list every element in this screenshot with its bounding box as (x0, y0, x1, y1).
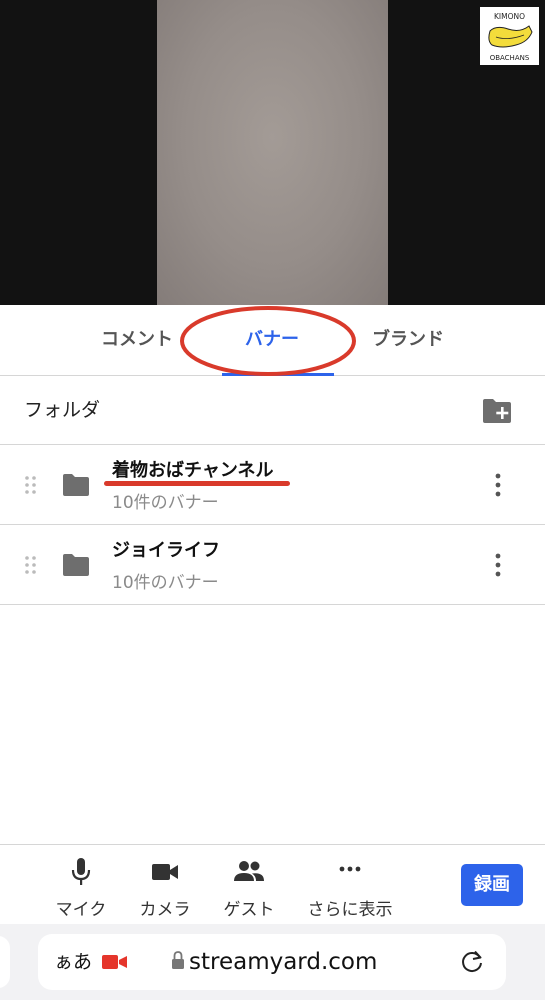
more-vertical-icon[interactable] (488, 471, 508, 499)
mic-button[interactable]: マイク (46, 857, 116, 920)
record-button[interactable]: 録画 (461, 864, 523, 906)
guest-label: ゲスト (223, 900, 275, 920)
lock-icon (172, 951, 184, 969)
drag-handle-icon[interactable] (24, 475, 38, 495)
tab-comment[interactable]: コメント (88, 305, 186, 375)
annotation-underline (104, 481, 290, 486)
folder-icon (63, 474, 89, 496)
drag-handle-icon[interactable] (24, 555, 38, 575)
camera-icon (152, 864, 178, 880)
camera-button[interactable]: カメラ (130, 857, 200, 920)
folder-header: フォルダ (0, 376, 545, 445)
more-horizontal-icon (339, 866, 361, 872)
logo-text-bottom: OBACHANS (490, 54, 530, 62)
recording-camera-icon (102, 955, 127, 969)
folder-item[interactable]: 着物おばチャンネル 10件のバナー (0, 445, 545, 525)
reload-icon[interactable] (458, 948, 486, 976)
guests-icon (234, 861, 264, 881)
tab-banner[interactable]: バナー (222, 305, 322, 375)
logo-text-top: KIMONO (494, 12, 525, 21)
tab-brand[interactable]: ブランド (358, 305, 458, 375)
folder-banner-count: 10件のバナー (112, 493, 219, 513)
browser-address-bar: ぁあ streamyard.com (0, 924, 545, 1000)
folder-name: ジョイライフ (112, 540, 220, 561)
folder-banner-count: 10件のバナー (112, 573, 219, 593)
channel-logo: KIMONO OBACHANS (480, 7, 539, 65)
previous-tab-peek[interactable] (0, 936, 10, 988)
url-text: streamyard.com (189, 949, 378, 975)
more-options-button[interactable]: さらに表示 (300, 857, 400, 920)
video-preview: KIMONO OBACHANS (0, 0, 545, 305)
camera-label: カメラ (139, 900, 191, 920)
guest-button[interactable]: ゲスト (214, 857, 284, 920)
text-size-button[interactable]: ぁあ (54, 934, 92, 990)
folder-item[interactable]: ジョイライフ 10件のバナー (0, 525, 545, 605)
address-field[interactable]: ぁあ streamyard.com (38, 934, 506, 990)
more-options-label: さらに表示 (307, 900, 393, 920)
panel-tabs: コメント バナー ブランド (0, 305, 545, 376)
mic-label: マイク (55, 900, 107, 920)
more-vertical-icon[interactable] (488, 551, 508, 579)
bottom-toolbar: マイク カメラ ゲスト さらに表示 録画 (0, 844, 545, 924)
folder-name: 着物おばチャンネル (112, 460, 274, 481)
camera-feed (157, 0, 388, 305)
add-folder-icon[interactable] (481, 397, 513, 424)
folder-section-title: フォルダ (24, 399, 101, 421)
folder-icon (63, 554, 89, 576)
microphone-icon (71, 858, 91, 885)
